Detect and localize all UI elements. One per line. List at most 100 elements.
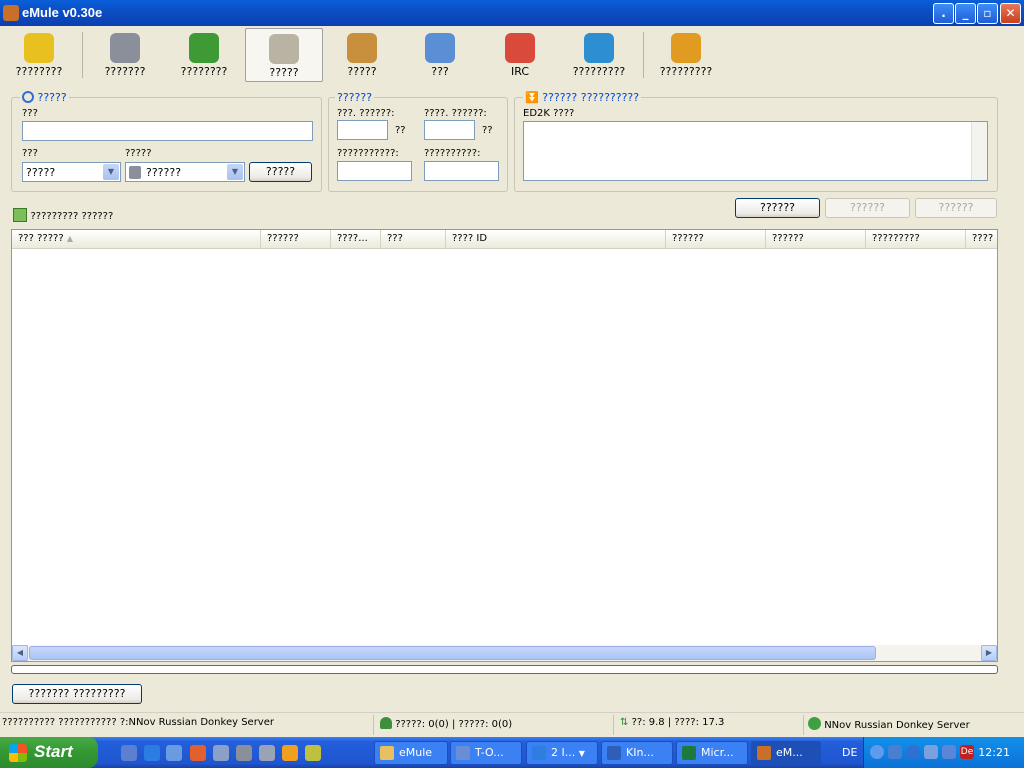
- toolbar-label: ?????: [347, 65, 377, 78]
- network-icon: [456, 746, 470, 760]
- quicklaunch-icon[interactable]: [282, 745, 298, 761]
- preferences-icon: [671, 33, 701, 63]
- taskbar-item-group[interactable]: 2 I... ▼: [526, 741, 598, 765]
- availability-input[interactable]: [337, 161, 412, 181]
- quicklaunch-icon[interactable]: [259, 745, 275, 761]
- toolbar-preferences[interactable]: ?????????: [647, 28, 725, 82]
- min-size-label: ???. ??????:: [337, 108, 395, 119]
- close-button[interactable]: ✕: [1000, 3, 1021, 24]
- status-separator: [613, 715, 614, 735]
- search-group: ????? ??? ??? ????? ▼ ????? ?????? ▼ ???…: [11, 91, 322, 192]
- emule-app-icon[interactable]: [3, 5, 19, 21]
- toolbar-separator: [643, 32, 644, 78]
- taskbar-item[interactable]: Micr...: [676, 741, 748, 765]
- min-size-input[interactable]: [337, 120, 388, 140]
- ed2k-group: ⏬ ?????? ?????????? ED2K ????: [514, 91, 998, 192]
- column-header[interactable]: ??????: [261, 230, 331, 248]
- search-results-list[interactable]: ??? ????? ▲ ?????? ????... ??? ???? ID ?…: [11, 229, 998, 662]
- quicklaunch-icon[interactable]: [213, 745, 229, 761]
- toolbar-statistics[interactable]: ?????????: [560, 28, 638, 82]
- internet-explorer-icon[interactable]: [144, 745, 160, 761]
- close-search-button[interactable]: ??????: [825, 198, 910, 218]
- type-label: ???: [22, 148, 38, 159]
- max-size-unit: ??: [482, 125, 493, 136]
- toolbar-messages[interactable]: ???: [401, 28, 479, 82]
- chevron-down-icon: ▼: [103, 164, 119, 180]
- scrollbar-thumb[interactable]: [29, 646, 876, 660]
- toolbar-separator: [82, 32, 83, 78]
- language-tray-icon[interactable]: De: [960, 745, 974, 759]
- column-header[interactable]: ??????: [766, 230, 866, 248]
- toolbar-irc[interactable]: IRC: [481, 28, 559, 82]
- min-size-unit: ??: [395, 125, 406, 136]
- textarea-scrollbar[interactable]: [971, 122, 987, 180]
- search-name-input[interactable]: [22, 121, 313, 141]
- results-label: ????????? ??????: [13, 208, 113, 222]
- availability-label: ???????????:: [337, 148, 399, 159]
- scroll-right-icon[interactable]: ▶: [981, 645, 997, 661]
- taskbar-item[interactable]: KIn...: [601, 741, 673, 765]
- download-arrow-icon: ⏬: [525, 91, 539, 104]
- column-header[interactable]: ???: [381, 230, 446, 248]
- quicklaunch-icon[interactable]: [190, 745, 206, 761]
- column-header[interactable]: ??????: [666, 230, 766, 248]
- column-header[interactable]: ????...: [331, 230, 381, 248]
- internet-explorer-icon: [532, 746, 546, 760]
- minimize-button[interactable]: _: [955, 3, 976, 24]
- emule-icon: [757, 746, 771, 760]
- language-indicator[interactable]: DE: [842, 746, 857, 759]
- ed2k-link-textarea[interactable]: [523, 121, 988, 181]
- type-select[interactable]: ????? ▼: [22, 162, 121, 182]
- search-results-icon: [13, 208, 27, 222]
- chevron-down-icon: ▼: [227, 164, 243, 180]
- toolbar-search[interactable]: ?????: [245, 28, 323, 82]
- quicklaunch-icon[interactable]: [236, 745, 252, 761]
- column-header[interactable]: ????: [966, 230, 997, 248]
- search-icon: [269, 34, 299, 64]
- extension-input[interactable]: [424, 161, 499, 181]
- toolbar-label: ???????: [104, 65, 146, 78]
- toolbar-label: IRC: [510, 65, 530, 78]
- taskbar: Start eMule T-O... 2 I... ▼ KIn... Micr.…: [0, 737, 1024, 768]
- taskbar-item[interactable]: eMule: [374, 741, 448, 765]
- magnifier-icon: [22, 91, 34, 103]
- method-select[interactable]: ?????? ▼: [125, 162, 245, 182]
- quicklaunch-icon[interactable]: [305, 745, 321, 761]
- toolbar-label: ????????: [15, 65, 63, 78]
- start-search-button[interactable]: ?????: [249, 162, 312, 182]
- tray-icon[interactable]: [942, 745, 956, 759]
- status-users: ?????: 0(0) | ?????: 0(0): [380, 717, 512, 730]
- reset-button[interactable]: ??????? ?????????: [12, 684, 142, 704]
- taskbar-item-emule[interactable]: eM...: [751, 741, 821, 765]
- display-tray-icon[interactable]: [924, 745, 938, 759]
- help-tray-icon[interactable]: [906, 745, 920, 759]
- toolbar-connect[interactable]: ????????: [0, 28, 78, 82]
- minimize-to-tray-button[interactable]: .: [933, 3, 954, 24]
- column-header-file-name[interactable]: ??? ????? ▲: [12, 230, 261, 248]
- search-group-title: ?????: [20, 91, 69, 104]
- show-hidden-icons-icon[interactable]: [870, 745, 884, 759]
- close-all-searches-button[interactable]: ??????: [915, 198, 997, 218]
- toolbar-transfers[interactable]: ????????: [165, 28, 243, 82]
- restore-button[interactable]: ▫: [977, 3, 998, 24]
- scroll-left-icon[interactable]: ◀: [12, 645, 28, 661]
- download-button[interactable]: ??????: [735, 198, 820, 218]
- name-label: ???: [22, 108, 38, 119]
- quicklaunch-icon[interactable]: [121, 745, 137, 761]
- max-size-input[interactable]: [424, 120, 475, 140]
- horizontal-scrollbar[interactable]: ◀ ▶: [12, 645, 997, 661]
- status-server: NNov Russian Donkey Server: [808, 717, 970, 731]
- status-bar: ?????????? ??????????? ?:NNov Russian Do…: [0, 712, 1024, 736]
- column-header[interactable]: ?????????: [866, 230, 966, 248]
- network-tray-icon[interactable]: [888, 745, 902, 759]
- status-separator: [373, 715, 374, 735]
- system-tray: De 12:21: [863, 737, 1024, 768]
- start-button[interactable]: Start: [0, 737, 98, 768]
- toolbar-servers[interactable]: ???????: [86, 28, 164, 82]
- toolbar-shared-files[interactable]: ?????: [323, 28, 401, 82]
- taskbar-item[interactable]: T-O...: [450, 741, 522, 765]
- quicklaunch-icon[interactable]: [166, 745, 182, 761]
- users-icon: [380, 717, 392, 729]
- column-header[interactable]: ???? ID: [446, 230, 666, 248]
- chevron-down-icon: ▼: [578, 749, 585, 758]
